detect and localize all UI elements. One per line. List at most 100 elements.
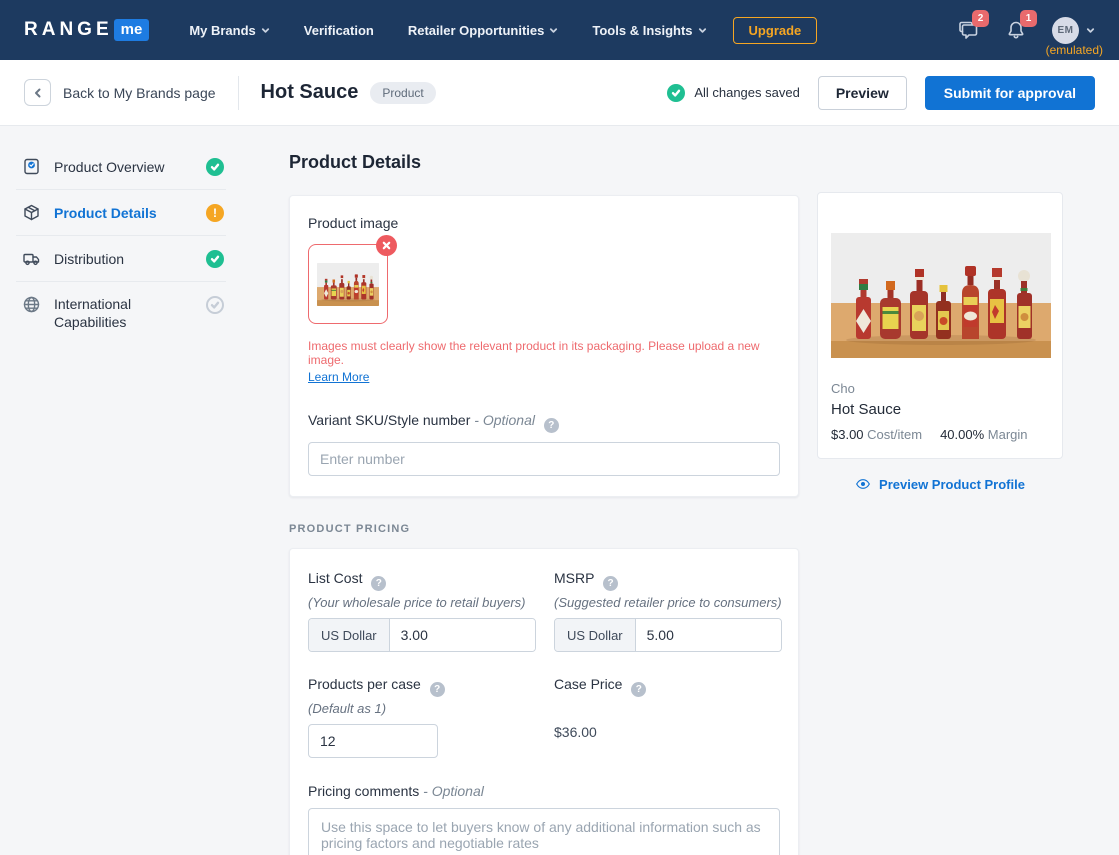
nav-item-retailer-opportunities[interactable]: Retailer Opportunities [408,23,559,38]
preview-product-profile-link[interactable]: Preview Product Profile [817,476,1063,492]
save-status-text: All changes saved [694,85,800,100]
msrp-input-group: US Dollar [554,618,782,652]
product-image-card: Product image Images must clearly show t… [289,195,799,497]
navbar-right: 2 1 EM [956,10,1095,44]
package-icon [22,203,41,222]
messages-button[interactable]: 2 [956,10,989,42]
product-image-label: Product image [308,215,399,231]
nav-item-label: Retailer Opportunities [407,22,545,38]
sidebar-item-product-overview[interactable]: Product Overview [16,144,226,190]
currency-prefix: US Dollar [309,619,390,651]
notifications-badge: 1 [1020,10,1037,27]
msrp-field: MSRP (Suggested retailer price to consum… [554,570,782,652]
image-error-message: Images must clearly show the relevant pr… [308,339,760,367]
save-status: All changes saved [667,83,800,102]
pricing-section-label: PRODUCT PRICING [289,523,411,535]
pricing-comments-textarea[interactable] [308,808,780,855]
chevron-down-icon [1086,27,1095,33]
back-button[interactable] [24,79,51,106]
case-price-field: Case Price $36.00 [554,676,780,758]
sidebar-item-product-details[interactable]: Product Details ! [16,190,226,236]
cost-label: Cost/item [867,427,923,442]
help-icon[interactable] [631,682,647,697]
preview-button[interactable]: Preview [817,75,907,110]
field-label-text: Products per case [308,676,421,692]
brand-name: Cho [831,381,855,396]
page: RANGE me My Brands Verification Retailer… [0,0,1119,855]
status-warning-icon: ! [206,203,224,222]
variant-sku-input[interactable] [308,442,780,476]
chevron-down-icon [261,27,269,33]
pricing-comments-label: Pricing comments - Optional [308,783,780,799]
sidebar-item-international-capabilities[interactable]: International Capabilities [16,282,226,344]
learn-more-link[interactable]: Learn More [308,370,369,384]
nav-links: My Brands Verification Retailer Opportun… [189,23,706,38]
logo-me-tag: me [113,19,150,41]
products-per-case-label: Products per case [308,676,554,697]
help-icon[interactable] [603,576,619,591]
nav-item-tools-insights[interactable]: Tools & Insights [592,23,706,38]
product-photo-small [317,263,379,306]
submit-for-approval-button[interactable]: Submit for approval [924,75,1095,110]
list-cost-label: List Cost [308,570,554,591]
nav-item-verification[interactable]: Verification [304,23,374,38]
field-label-text: Variant SKU/Style number [308,412,471,428]
page-title: Hot Sauce [260,81,359,103]
eye-icon [856,479,871,489]
pricing-row-2: Products per case (Default as 1) Case Pr… [308,676,780,758]
field-label-text: List Cost [308,570,363,586]
notifications-button[interactable]: 1 [1004,10,1037,42]
section-title: Product Details [289,152,422,172]
cost-per-item: $3.00 Cost/item [831,427,922,442]
chevron-down-icon [550,27,558,33]
product-type-badge: Product [370,81,436,104]
margin-label: Margin [987,427,1028,442]
status-complete-icon [206,249,224,268]
case-price-label: Case Price [554,676,780,697]
field-label-text: MSRP [554,570,595,586]
remove-image-button[interactable] [376,235,397,256]
help-icon[interactable] [429,682,445,697]
emulated-label: (emulated) [1045,43,1103,57]
close-icon [382,241,391,250]
nav-item-label: Verification [303,22,374,38]
currency-prefix: US Dollar [555,619,636,651]
saved-check-icon [667,83,686,102]
price-summary: $3.00 Cost/item 40.00% Margin [831,427,1049,442]
upgrade-button[interactable]: Upgrade [732,16,818,44]
field-label-text: Pricing comments [308,783,420,799]
case-price-value: $36.00 [554,724,597,740]
product-preview-rail: Cho Hot Sauce $3.00 Cost/item 40.00% Mar… [817,192,1063,492]
nav-item-my-brands[interactable]: My Brands [189,23,269,38]
list-cost-field: List Cost (Your wholesale price to retai… [308,570,554,652]
globe-icon [22,295,41,314]
content-area: Product Overview Product Details ! Distr… [0,126,1119,855]
help-icon[interactable] [543,418,559,433]
msrp-label: MSRP [554,570,782,591]
account-menu[interactable]: EM [1052,16,1095,44]
pricing-comments-wrap: 200 / 200 [308,808,780,855]
product-image-thumbnail[interactable] [308,235,397,324]
divider [237,75,239,110]
help-icon[interactable] [371,576,387,591]
optional-tag: - Optional [423,783,484,799]
products-per-case-input[interactable] [308,724,438,758]
msrp-input[interactable] [635,619,781,651]
status-complete-icon [206,157,224,176]
sidebar-item-distribution[interactable]: Distribution [16,236,226,282]
list-cost-input-group: US Dollar [308,618,536,652]
page-header: Back to My Brands page Hot Sauce Product… [0,60,1119,126]
pricing-row-1: List Cost (Your wholesale price to retai… [308,570,782,652]
list-cost-input[interactable] [389,619,535,651]
variant-sku-field: Variant SKU/Style number - Optional [308,412,780,476]
chevron-left-icon [34,88,40,97]
cost-value: $3.00 [831,427,864,442]
sidebar-item-label: Product Overview [54,158,165,175]
back-link[interactable]: Back to My Brands page [63,85,216,101]
sidebar-item-label: Product Details [54,204,157,221]
nav-item-label: My Brands [189,22,256,38]
product-pricing-card: List Cost (Your wholesale price to retai… [289,548,799,855]
margin: 40.00% Margin [940,427,1027,442]
messages-badge: 2 [972,10,989,27]
rangeme-logo[interactable]: RANGE me [24,19,150,41]
